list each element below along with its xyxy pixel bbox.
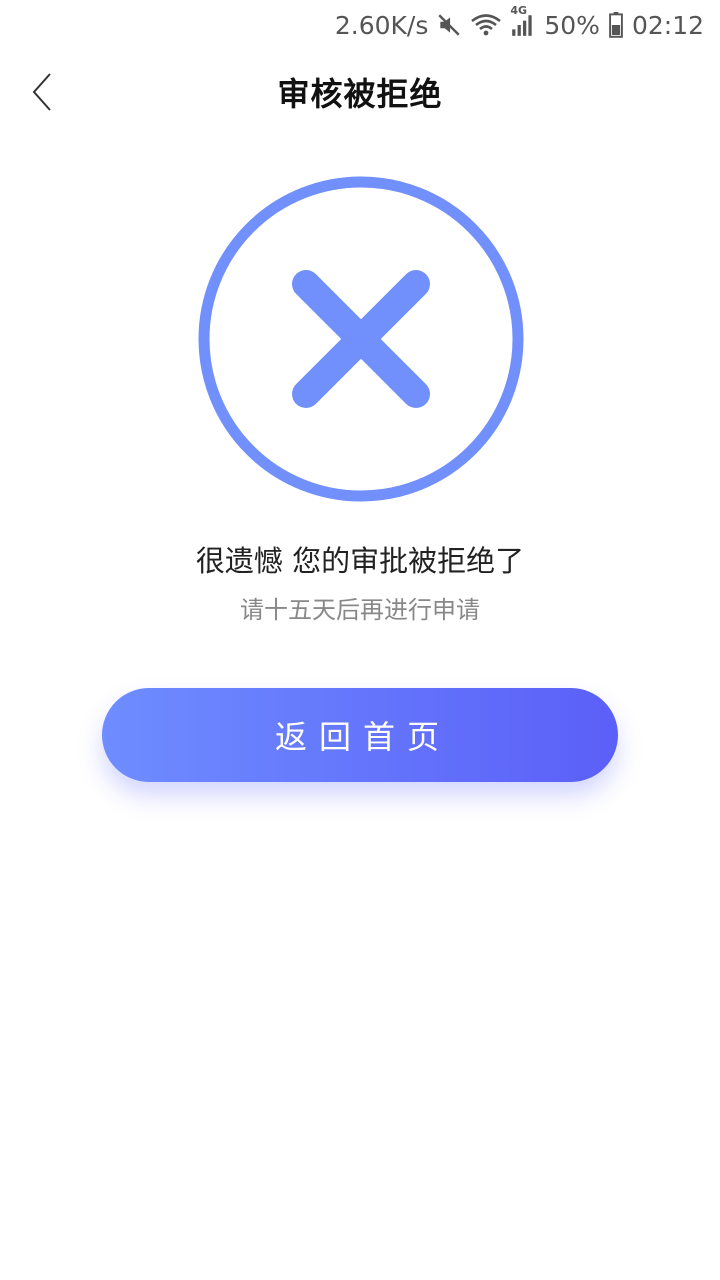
status-bar: 2.60K/s 4G 50% 02:12 [0,0,720,50]
screen: 2.60K/s 4G 50% 02:12 审核被拒绝 很遗憾 您的审批被拒绝了 … [0,0,720,1280]
page-title: 审核被拒绝 [277,75,443,113]
mute-icon [436,12,462,38]
close-circle-icon [198,176,524,502]
clock: 02:12 [631,10,704,40]
result-sub-message: 请十五天后再进行申请 [240,596,480,624]
network-type-label: 4G [510,4,528,17]
result-message: 很遗憾 您的审批被拒绝了 [195,544,525,578]
wifi-icon [470,12,502,38]
signal-icon: 4G [510,4,536,38]
return-home-button[interactable]: 返回首页 [102,688,618,782]
battery-level: 50% [544,10,600,40]
net-speed: 2.60K/s [334,10,429,40]
header-bar: 审核被拒绝 [0,50,720,134]
back-button[interactable] [18,68,66,116]
chevron-left-icon [32,73,51,111]
battery-icon [608,12,624,38]
